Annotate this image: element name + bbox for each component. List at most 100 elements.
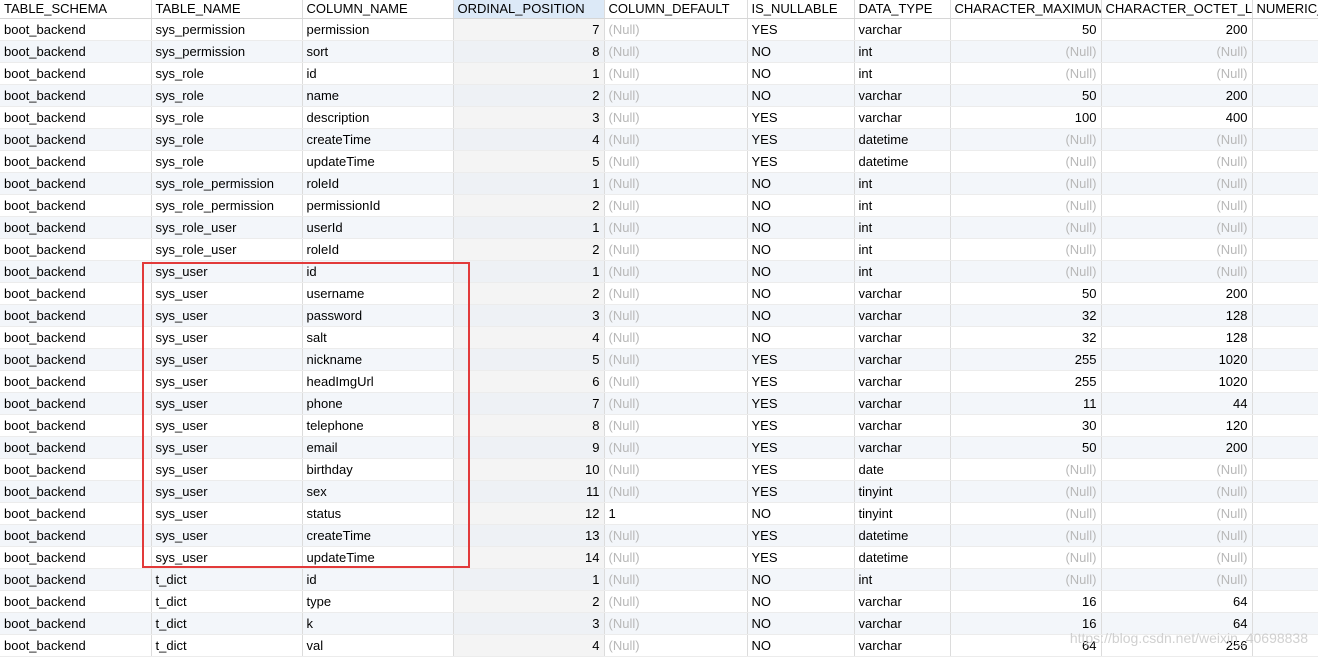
cell-character-octet-length[interactable]: (Null) bbox=[1101, 172, 1253, 195]
cell-numeric[interactable] bbox=[1252, 348, 1318, 371]
cell-ordinal-position[interactable]: 1 bbox=[453, 260, 605, 283]
table-row[interactable]: boot_backend sys_user sex 11 (Null) YES tinyin… bbox=[0, 480, 1318, 503]
cell-column-name[interactable]: phone bbox=[302, 392, 454, 415]
header-column-name[interactable]: COLUMN_NAME bbox=[302, 0, 454, 19]
cell-is-nullable[interactable]: YES bbox=[747, 18, 855, 41]
cell-column-name[interactable]: permission bbox=[302, 18, 454, 41]
cell-data-type[interactable]: varchar bbox=[854, 106, 951, 129]
cell-data-type[interactable]: int bbox=[854, 260, 951, 283]
cell-character-maximum-length[interactable]: (Null) bbox=[950, 458, 1102, 481]
cell-column-default[interactable]: (Null) bbox=[604, 106, 748, 129]
cell-table-name[interactable]: sys_user bbox=[151, 524, 303, 547]
cell-character-maximum-length[interactable]: 50 bbox=[950, 18, 1102, 41]
cell-table-schema[interactable]: boot_backend bbox=[0, 590, 152, 613]
cell-table-schema[interactable]: boot_backend bbox=[0, 194, 152, 217]
cell-column-name[interactable]: createTime bbox=[302, 128, 454, 151]
cell-data-type[interactable]: varchar bbox=[854, 304, 951, 327]
header-table-schema[interactable]: TABLE_SCHEMA bbox=[0, 0, 152, 19]
cell-column-name[interactable]: roleId bbox=[302, 172, 454, 195]
cell-is-nullable[interactable]: NO bbox=[747, 84, 855, 107]
cell-table-schema[interactable]: boot_backend bbox=[0, 612, 152, 635]
cell-table-schema[interactable]: boot_backend bbox=[0, 238, 152, 261]
header-character-octet-length[interactable]: CHARACTER_OCTET_LENG bbox=[1101, 0, 1253, 19]
cell-column-default[interactable]: (Null) bbox=[604, 172, 748, 195]
cell-character-maximum-length[interactable]: (Null) bbox=[950, 568, 1102, 591]
cell-table-schema[interactable]: boot_backend bbox=[0, 348, 152, 371]
cell-table-schema[interactable]: boot_backend bbox=[0, 260, 152, 283]
table-row[interactable]: boot_backend sys_user status 12 1 NO tinyint (N… bbox=[0, 502, 1318, 525]
cell-character-octet-length[interactable]: (Null) bbox=[1101, 216, 1253, 239]
cell-column-default[interactable]: (Null) bbox=[604, 524, 748, 547]
cell-character-maximum-length[interactable]: (Null) bbox=[950, 194, 1102, 217]
cell-character-maximum-length[interactable]: (Null) bbox=[950, 502, 1102, 525]
cell-table-name[interactable]: sys_user bbox=[151, 282, 303, 305]
cell-column-name[interactable]: birthday bbox=[302, 458, 454, 481]
cell-column-default[interactable]: (Null) bbox=[604, 414, 748, 437]
cell-column-name[interactable]: roleId bbox=[302, 238, 454, 261]
cell-character-octet-length[interactable]: (Null) bbox=[1101, 502, 1253, 525]
cell-table-name[interactable]: t_dict bbox=[151, 612, 303, 635]
cell-character-octet-length[interactable]: (Null) bbox=[1101, 568, 1253, 591]
cell-table-name[interactable]: sys_role_permission bbox=[151, 172, 303, 195]
cell-data-type[interactable]: varchar bbox=[854, 84, 951, 107]
cell-table-schema[interactable]: boot_backend bbox=[0, 172, 152, 195]
cell-is-nullable[interactable]: YES bbox=[747, 524, 855, 547]
cell-character-octet-length[interactable]: 1020 bbox=[1101, 348, 1253, 371]
cell-numeric[interactable] bbox=[1252, 458, 1318, 481]
cell-character-maximum-length[interactable]: 50 bbox=[950, 436, 1102, 459]
cell-column-default[interactable]: (Null) bbox=[604, 612, 748, 635]
cell-table-schema[interactable]: boot_backend bbox=[0, 62, 152, 85]
cell-column-name[interactable]: headImgUrl bbox=[302, 370, 454, 393]
cell-table-name[interactable]: sys_user bbox=[151, 304, 303, 327]
cell-character-octet-length[interactable]: (Null) bbox=[1101, 128, 1253, 151]
cell-table-name[interactable]: sys_role bbox=[151, 62, 303, 85]
cell-ordinal-position[interactable]: 2 bbox=[453, 238, 605, 261]
cell-column-default[interactable]: (Null) bbox=[604, 260, 748, 283]
cell-character-octet-length[interactable]: (Null) bbox=[1101, 62, 1253, 85]
table-row[interactable]: boot_backend sys_role createTime 4 (Null) YES… bbox=[0, 128, 1318, 151]
cell-table-name[interactable]: sys_user bbox=[151, 458, 303, 481]
cell-column-name[interactable]: userId bbox=[302, 216, 454, 239]
cell-ordinal-position[interactable]: 2 bbox=[453, 194, 605, 217]
cell-ordinal-position[interactable]: 4 bbox=[453, 128, 605, 151]
table-row[interactable]: boot_backend sys_user id 1 (Null) NO int (Null)… bbox=[0, 260, 1318, 283]
cell-ordinal-position[interactable]: 1 bbox=[453, 216, 605, 239]
cell-ordinal-position[interactable]: 6 bbox=[453, 370, 605, 393]
cell-column-name[interactable]: salt bbox=[302, 326, 454, 349]
cell-character-octet-length[interactable]: 200 bbox=[1101, 436, 1253, 459]
cell-ordinal-position[interactable]: 2 bbox=[453, 84, 605, 107]
cell-table-schema[interactable]: boot_backend bbox=[0, 370, 152, 393]
cell-is-nullable[interactable]: NO bbox=[747, 590, 855, 613]
cell-data-type[interactable]: varchar bbox=[854, 18, 951, 41]
cell-is-nullable[interactable]: NO bbox=[747, 172, 855, 195]
cell-character-maximum-length[interactable]: 50 bbox=[950, 282, 1102, 305]
table-row[interactable]: boot_backend sys_user headImgUrl 6 (Null) YES… bbox=[0, 370, 1318, 393]
cell-character-octet-length[interactable]: 128 bbox=[1101, 326, 1253, 349]
cell-table-schema[interactable]: boot_backend bbox=[0, 634, 152, 657]
cell-numeric[interactable] bbox=[1252, 194, 1318, 217]
cell-column-name[interactable]: password bbox=[302, 304, 454, 327]
cell-character-octet-length[interactable]: (Null) bbox=[1101, 40, 1253, 63]
cell-character-maximum-length[interactable]: 16 bbox=[950, 590, 1102, 613]
cell-character-octet-length[interactable]: (Null) bbox=[1101, 260, 1253, 283]
cell-data-type[interactable]: tinyint bbox=[854, 502, 951, 525]
table-row[interactable]: boot_backend t_dict id 1 (Null) NO int (Null) (N… bbox=[0, 568, 1318, 591]
cell-table-name[interactable]: t_dict bbox=[151, 568, 303, 591]
cell-column-default[interactable]: (Null) bbox=[604, 480, 748, 503]
cell-column-default[interactable]: (Null) bbox=[604, 546, 748, 569]
cell-table-schema[interactable]: boot_backend bbox=[0, 326, 152, 349]
cell-ordinal-position[interactable]: 11 bbox=[453, 480, 605, 503]
cell-is-nullable[interactable]: YES bbox=[747, 392, 855, 415]
cell-data-type[interactable]: int bbox=[854, 216, 951, 239]
cell-character-maximum-length[interactable]: (Null) bbox=[950, 524, 1102, 547]
cell-is-nullable[interactable]: NO bbox=[747, 260, 855, 283]
cell-column-name[interactable]: username bbox=[302, 282, 454, 305]
cell-table-schema[interactable]: boot_backend bbox=[0, 458, 152, 481]
cell-data-type[interactable]: date bbox=[854, 458, 951, 481]
cell-table-schema[interactable]: boot_backend bbox=[0, 392, 152, 415]
cell-data-type[interactable]: int bbox=[854, 62, 951, 85]
cell-numeric[interactable] bbox=[1252, 524, 1318, 547]
cell-ordinal-position[interactable]: 9 bbox=[453, 436, 605, 459]
header-ordinal-position[interactable]: ORDINAL_POSITION bbox=[453, 0, 605, 19]
cell-data-type[interactable]: tinyint bbox=[854, 480, 951, 503]
